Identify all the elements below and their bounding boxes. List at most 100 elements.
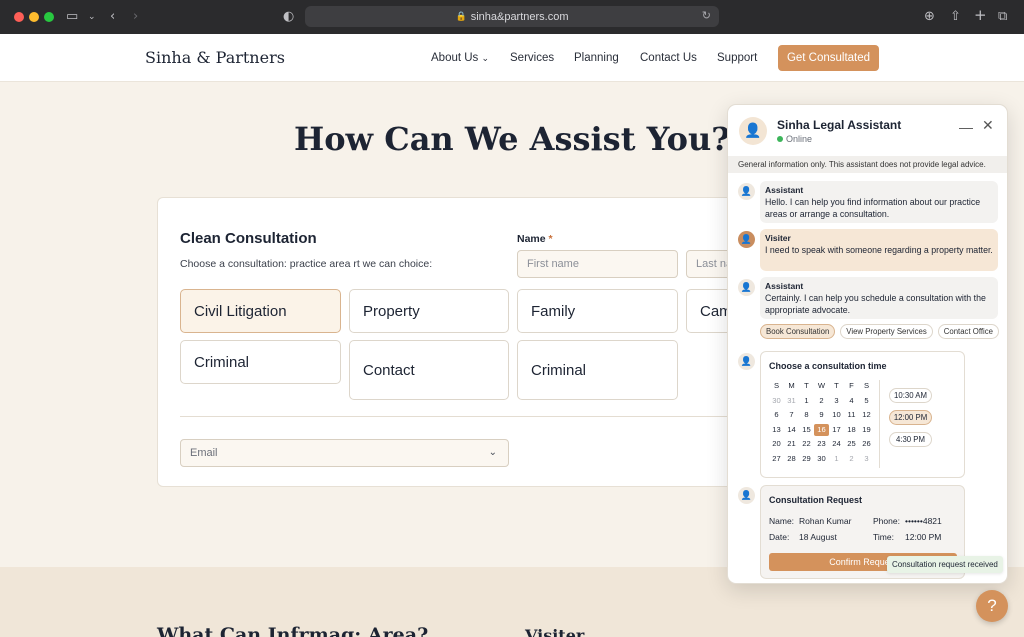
tab-overview-icon[interactable]: ⧉ — [998, 8, 1007, 26]
calendar-day[interactable]: 30 — [814, 453, 829, 466]
back-arrow-icon[interactable]: ‹ — [110, 8, 115, 26]
minimize-window-button[interactable] — [29, 12, 39, 22]
close-chat-button[interactable]: ✕ — [982, 118, 994, 134]
calendar-day[interactable]: 20 — [769, 438, 784, 451]
calendar-day[interactable]: 1 — [829, 453, 844, 466]
nav-about-us[interactable]: About Us ⌄ — [431, 52, 489, 64]
calendar-divider — [879, 380, 880, 468]
get-consultated-button[interactable]: Get Consultated — [778, 45, 879, 71]
calendar-day[interactable]: 21 — [784, 438, 799, 451]
calendar-day[interactable]: 1 — [799, 395, 814, 408]
calendar-day[interactable]: 25 — [844, 438, 859, 451]
address-bar[interactable]: 🔒 sinha&partners.com ↻ — [305, 6, 719, 27]
calendar-day[interactable]: 26 — [859, 438, 874, 451]
minimize-chat-button[interactable]: — — [959, 119, 973, 135]
chat-status: Online — [777, 134, 812, 144]
time-slot-selected[interactable]: 12:00 PM — [889, 410, 932, 425]
chat-disclaimer: General information only. This assistant… — [728, 156, 1007, 173]
calendar-day[interactable]: 6 — [769, 409, 784, 422]
chip-book-consultation[interactable]: Book Consultation — [760, 324, 836, 339]
time-slot[interactable]: 4:30 PM — [889, 432, 932, 447]
chat-message: Assistant Hello. I can help you find inf… — [760, 181, 998, 223]
nav-services[interactable]: Services — [510, 52, 554, 64]
shield-icon[interactable]: ◐ — [283, 8, 294, 26]
help-button[interactable]: ? — [976, 590, 1008, 622]
online-dot-icon — [777, 136, 783, 142]
calendar-day[interactable]: 2 — [814, 395, 829, 408]
form-divider — [180, 416, 740, 417]
calendar-day[interactable]: 29 — [799, 453, 814, 466]
time-slot[interactable]: 10:30 AM — [889, 388, 932, 403]
practice-tile-criminal[interactable]: Criminal — [180, 340, 341, 384]
assistant-avatar-icon: 👤 — [739, 117, 767, 145]
nav-support[interactable]: Support — [717, 52, 757, 64]
chat-message: Assistant Certainly. I can help you sche… — [760, 277, 998, 319]
calendar-day[interactable]: 10 — [829, 409, 844, 422]
browser-toolbar: ▭ ⌄ ‹ › ◐ 🔒 sinha&partners.com ↻ ⊕ ⇧ + ⧉ — [0, 0, 1024, 34]
weekday-header: W — [817, 381, 826, 390]
chip-contact-office[interactable]: Contact Office — [937, 324, 1000, 339]
url-text: sinha&partners.com — [470, 10, 569, 23]
close-window-button[interactable] — [14, 12, 24, 22]
calendar-panel: Choose a consultation time S M T W T F S 30 31 1 2… — [760, 351, 965, 478]
share-icon[interactable]: ⇧ — [950, 8, 961, 26]
calendar-day[interactable]: 16 — [814, 423, 829, 437]
new-tab-icon[interactable]: + — [974, 6, 987, 24]
download-icon[interactable]: ⊕ — [924, 8, 935, 26]
practice-tile-property[interactable]: Property — [349, 289, 509, 333]
reload-icon[interactable]: ↻ — [702, 9, 711, 22]
chat-title: Sinha Legal Assistant — [777, 118, 902, 132]
calendar-day[interactable]: 4 — [844, 395, 859, 408]
form-subtitle: Choose a consultation: practice area rt … — [180, 258, 433, 270]
weekday-header: S — [773, 381, 780, 390]
first-name-input[interactable]: First name — [517, 250, 678, 278]
nav-contact-us[interactable]: Contact Us — [640, 52, 697, 64]
calendar-day[interactable]: 17 — [829, 424, 844, 437]
sidebar-icon[interactable]: ▭ — [66, 8, 78, 26]
calendar-day[interactable]: 7 — [784, 409, 799, 422]
practice-tile-criminal-2[interactable]: Criminal — [517, 340, 678, 400]
calendar-day[interactable]: 19 — [859, 424, 874, 437]
zoom-window-button[interactable] — [44, 12, 54, 22]
practice-tile-contact[interactable]: Contact — [349, 340, 509, 400]
name-label: Name * — [517, 233, 553, 245]
quick-reply-chips: Book Consultation View Property Services… — [760, 324, 1000, 339]
calendar-day[interactable]: 12 — [859, 409, 874, 422]
assistant-avatar-icon: 👤 — [738, 487, 755, 504]
calendar-day[interactable]: 31 — [784, 395, 799, 408]
request-title: Consultation Request — [769, 495, 863, 505]
section-heading: What Can Infrmag: Area? — [157, 624, 429, 637]
calendar-day[interactable]: 5 — [859, 395, 874, 408]
section-heading-right: Visiter — [525, 626, 585, 637]
calendar-day[interactable]: 14 — [784, 424, 799, 437]
practice-tile-civil-litigation[interactable]: Civil Litigation — [180, 289, 341, 333]
calendar-day[interactable]: 3 — [829, 395, 844, 408]
visitor-avatar-icon: 👤 — [738, 231, 755, 248]
calendar-day[interactable]: 30 — [769, 395, 784, 408]
nav-planning[interactable]: Planning — [574, 52, 619, 64]
practice-tile-family[interactable]: Family — [517, 289, 678, 333]
calendar-day[interactable]: 15 — [799, 424, 814, 437]
calendar-day[interactable]: 27 — [769, 453, 784, 466]
calendar-day[interactable]: 9 — [814, 409, 829, 422]
calendar-day[interactable]: 18 — [844, 424, 859, 437]
calendar-day[interactable]: 3 — [859, 453, 874, 466]
request-name: Rohan Kumar — [799, 516, 852, 526]
chevron-down-icon[interactable]: ⌄ — [88, 8, 96, 26]
calendar-day[interactable]: 23 — [814, 438, 829, 451]
email-select[interactable]: Email ⌄ — [180, 439, 509, 467]
weekday-header: F — [849, 381, 854, 390]
forward-arrow-icon[interactable]: › — [133, 8, 138, 26]
request-time-label: Time: — [873, 532, 894, 542]
calendar-day[interactable]: 24 — [829, 438, 844, 451]
chevron-down-icon: ⌄ — [481, 53, 490, 63]
calendar-day[interactable]: 2 — [844, 453, 859, 466]
chip-view-property-services[interactable]: View Property Services — [840, 324, 933, 339]
calendar-day[interactable]: 22 — [799, 438, 814, 451]
calendar-day[interactable]: 11 — [844, 409, 859, 422]
calendar-day[interactable]: 28 — [784, 453, 799, 466]
calendar-day[interactable]: 13 — [769, 424, 784, 437]
site-header: Sinha & Partners About Us ⌄ Services Pla… — [0, 34, 1024, 82]
calendar-day[interactable]: 8 — [799, 409, 814, 422]
site-logo[interactable]: Sinha & Partners — [145, 48, 285, 67]
